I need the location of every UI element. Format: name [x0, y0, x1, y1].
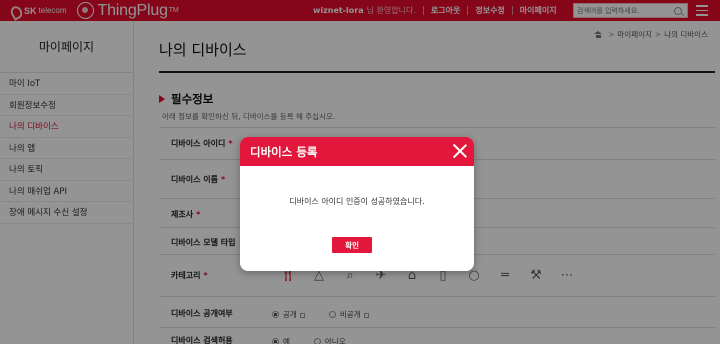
- confirm-button[interactable]: 확인: [332, 237, 372, 253]
- device-register-modal: 디바이스 등록 디바이스 아이디 인증이 성공하였습니다. 확인: [240, 137, 474, 271]
- close-icon[interactable]: [452, 143, 468, 159]
- modal-header: 디바이스 등록: [240, 137, 474, 166]
- modal-message: 디바이스 아이디 인증이 성공하였습니다.: [289, 197, 425, 206]
- modal-title: 디바이스 등록: [250, 144, 318, 159]
